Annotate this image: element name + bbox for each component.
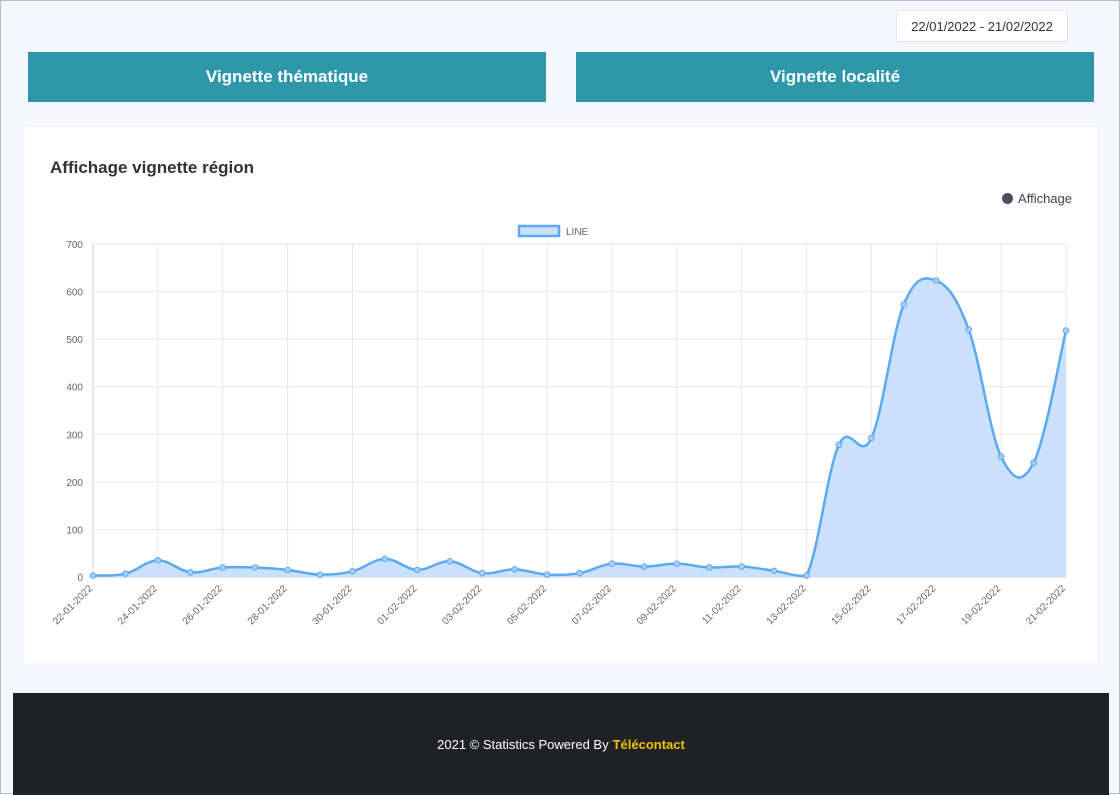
series-area <box>93 278 1066 577</box>
data-point <box>511 566 518 573</box>
vignette-thematique-button[interactable]: Vignette thématique <box>28 52 546 102</box>
data-point <box>770 567 778 575</box>
data-point <box>219 564 227 571</box>
footer-brand-link[interactable]: Télécontact <box>613 737 685 752</box>
data-point <box>284 566 291 574</box>
x-tick-label: 01-02-2022 <box>376 583 420 627</box>
data-point <box>478 569 486 577</box>
data-point <box>316 571 324 578</box>
data-point <box>381 555 389 563</box>
x-tick-label: 26-01-2022 <box>181 583 225 627</box>
y-tick-label: 400 <box>66 383 83 394</box>
data-point <box>997 453 1005 460</box>
data-point <box>738 563 745 570</box>
data-point <box>122 570 129 577</box>
data-point <box>673 560 681 567</box>
series-legend-label: LINE <box>566 227 589 238</box>
x-tick-label: 21-02-2022 <box>1024 583 1068 627</box>
data-point <box>251 564 259 571</box>
data-point <box>154 557 162 564</box>
y-tick-label: 300 <box>66 430 83 441</box>
data-point <box>446 558 454 565</box>
series-legend-swatch <box>517 224 561 238</box>
data-point <box>932 277 940 284</box>
x-tick-label: 19-02-2022 <box>959 583 1003 627</box>
data-point <box>543 571 551 578</box>
data-point <box>1062 327 1070 334</box>
x-tick-label: 22-01-2022 <box>51 583 95 627</box>
data-point <box>641 563 648 570</box>
data-point <box>576 569 583 577</box>
y-tick-label: 700 <box>66 240 83 251</box>
x-tick-label: 07-02-2022 <box>570 583 614 627</box>
x-tick-label: 05-02-2022 <box>505 583 549 627</box>
y-tick-label: 500 <box>66 335 83 346</box>
data-point <box>868 434 875 442</box>
x-tick-label: 30-01-2022 <box>311 583 355 627</box>
data-point <box>705 564 713 571</box>
date-range-picker[interactable]: 22/01/2022 - 21/02/2022 <box>896 10 1068 42</box>
y-tick-label: 600 <box>66 288 83 299</box>
x-tick-label: 28-01-2022 <box>246 583 290 627</box>
data-point <box>608 560 616 567</box>
x-tick-label: 09-02-2022 <box>635 583 679 627</box>
data-point <box>835 441 843 449</box>
data-point <box>1030 459 1037 467</box>
x-tick-label: 11-02-2022 <box>700 583 744 627</box>
footer-text: 2021 © Statistics Powered By <box>437 736 609 752</box>
footer: 2021 © Statistics Powered By Télécontact <box>13 693 1109 795</box>
data-point <box>349 567 356 575</box>
y-tick-label: 0 <box>77 573 83 584</box>
y-tick-label: 100 <box>66 525 83 536</box>
data-point <box>414 566 421 574</box>
line-chart: 0 100 200 300 400 500 600 700 22-01-2022 24-01-20… <box>51 224 1070 627</box>
data-point <box>187 568 194 576</box>
data-point <box>900 301 908 308</box>
data-point <box>965 326 973 333</box>
x-tick-label: 13-02-2022 <box>765 583 809 627</box>
y-tick-label: 200 <box>66 478 83 489</box>
x-tick-label: 24-01-2022 <box>116 583 160 627</box>
x-tick-label: 15-02-2022 <box>830 583 874 627</box>
x-tick-label: 17-02-2022 <box>894 583 938 627</box>
vignette-localite-button[interactable]: Vignette localité <box>576 52 1094 102</box>
data-point <box>89 572 97 579</box>
data-point <box>803 572 810 579</box>
chart-card: Affichage vignette région Affichage 0 100… <box>25 127 1097 663</box>
x-tick-label: 03-02-2022 <box>440 583 484 627</box>
